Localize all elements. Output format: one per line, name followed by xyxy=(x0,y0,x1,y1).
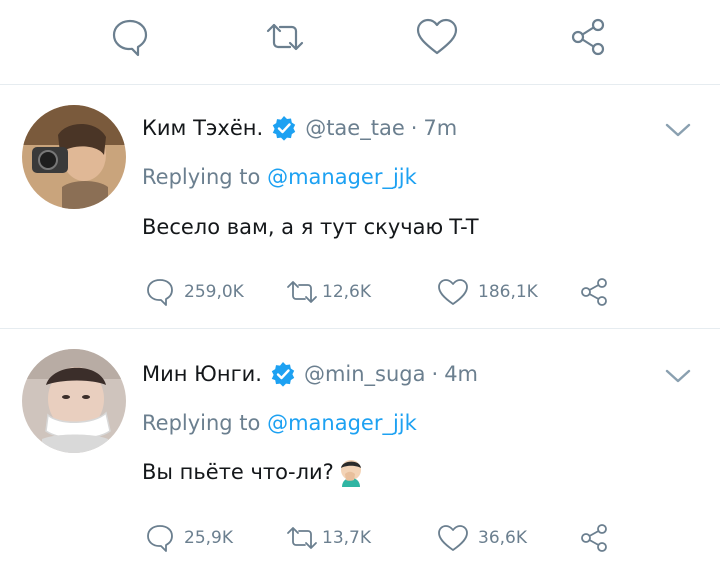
retweet-icon[interactable] xyxy=(262,15,308,59)
reply-bubble-icon xyxy=(147,525,173,552)
reply-count: 25,9K xyxy=(184,528,233,548)
retweet-count: 12,6K xyxy=(322,282,371,302)
mention-link[interactable]: @manager_jjk xyxy=(267,165,417,189)
replying-to: Replying to @manager_jjk xyxy=(142,165,417,189)
display-name[interactable]: Ким Тэхён. xyxy=(142,116,263,140)
retweet-count: 13,7K xyxy=(322,528,371,548)
facepalm-emoji-icon xyxy=(340,460,361,487)
tweet-body: Вы пьёте что-ли? xyxy=(142,460,334,484)
top-tweet-actions xyxy=(0,0,720,84)
handle[interactable]: @min_suga xyxy=(304,362,426,386)
share-icon[interactable] xyxy=(568,15,612,59)
share-icon xyxy=(581,278,607,306)
avatar[interactable] xyxy=(22,105,126,209)
share-button[interactable] xyxy=(578,523,612,553)
tweet-text: Вы пьёте что-ли? xyxy=(142,457,366,487)
handle[interactable]: @tae_tae xyxy=(305,116,405,140)
verified-badge-icon xyxy=(271,362,295,387)
retweet-button[interactable]: 12,6K xyxy=(284,277,371,307)
tweet-header: Мин Юнги. @min_suga · 4m xyxy=(142,360,478,388)
timestamp[interactable]: 7m xyxy=(423,116,457,140)
avatar[interactable] xyxy=(22,349,126,453)
tweet-text: Весело вам, а я тут скучаю T-T xyxy=(142,215,479,239)
tweet-actions: 259,0K 12,6K 186,1K xyxy=(0,277,720,309)
heart-icon xyxy=(438,279,468,305)
replying-to-label: Replying to xyxy=(142,411,268,435)
separator-dot: · xyxy=(431,362,439,386)
verified-badge-icon xyxy=(272,116,296,141)
replying-to-label: Replying to xyxy=(142,165,268,189)
reply-button[interactable]: 25,9K xyxy=(144,523,233,553)
display-name[interactable]: Мин Юнги. xyxy=(142,362,262,386)
share-button[interactable] xyxy=(578,277,612,307)
reply-button[interactable]: 259,0K xyxy=(144,277,244,307)
chevron-down-icon[interactable] xyxy=(664,366,692,386)
retweet-icon xyxy=(287,527,317,549)
like-button[interactable]: 36,6K xyxy=(436,523,527,553)
like-button[interactable]: 186,1K xyxy=(436,277,538,307)
retweet-button[interactable]: 13,7K xyxy=(284,523,371,553)
tweet-card[interactable]: Ким Тэхён. @tae_tae · 7m Replying to @ma… xyxy=(0,85,720,328)
tweet-emoticon: T-T xyxy=(449,215,479,239)
chevron-down-icon[interactable] xyxy=(664,120,692,140)
share-icon xyxy=(581,524,607,552)
tweet-header: Ким Тэхён. @tae_tae · 7m xyxy=(142,114,457,142)
timestamp[interactable]: 4m xyxy=(444,362,478,386)
retweet-icon xyxy=(287,281,317,303)
reply-count: 259,0K xyxy=(184,282,244,302)
tweet-actions: 25,9K 13,7K 36,6K xyxy=(0,523,720,555)
separator-dot: · xyxy=(410,116,418,140)
reply-bubble-icon[interactable] xyxy=(108,15,152,59)
mention-link[interactable]: @manager_jjk xyxy=(267,411,417,435)
heart-icon xyxy=(438,525,468,551)
reply-bubble-icon xyxy=(147,279,173,306)
tweet-body: Весело вам, а я тут скучаю xyxy=(142,215,444,239)
like-count: 36,6K xyxy=(478,528,527,548)
like-count: 186,1K xyxy=(478,282,538,302)
tweet-card[interactable]: Мин Юнги. @min_suga · 4m Replying to @ma… xyxy=(0,329,720,564)
heart-icon[interactable] xyxy=(414,15,460,59)
replying-to: Replying to @manager_jjk xyxy=(142,411,417,435)
